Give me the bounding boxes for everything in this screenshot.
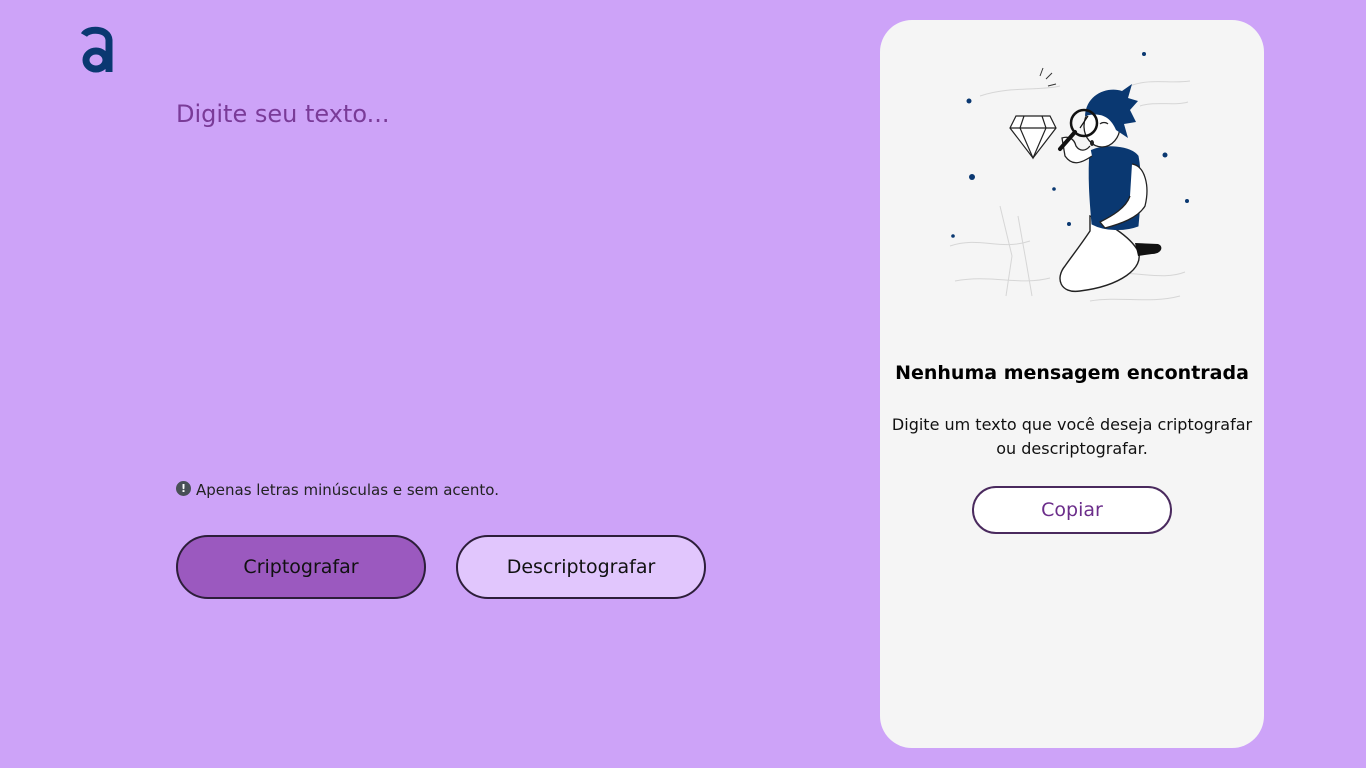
copy-button[interactable]: Copiar (972, 486, 1172, 534)
output-panel: Nenhuma mensagem encontrada Digite um te… (880, 20, 1264, 748)
decrypt-button[interactable]: Descriptografar (456, 535, 706, 599)
output-description: Digite um texto que você deseja criptogr… (891, 415, 1253, 458)
encrypt-button[interactable]: Criptografar (176, 535, 426, 599)
person-magnifying-glass-illustration-icon (949, 52, 1191, 302)
output-title: Nenhuma mensagem encontrada (895, 362, 1249, 384)
text-input[interactable] (176, 100, 776, 440)
alura-logo-icon (80, 26, 113, 73)
hint: ! Apenas letras minúsculas e sem acento. (176, 480, 499, 499)
hint-text: Apenas letras minúsculas e sem acento. (196, 481, 499, 499)
exclamation-circle-icon: ! (176, 480, 191, 496)
